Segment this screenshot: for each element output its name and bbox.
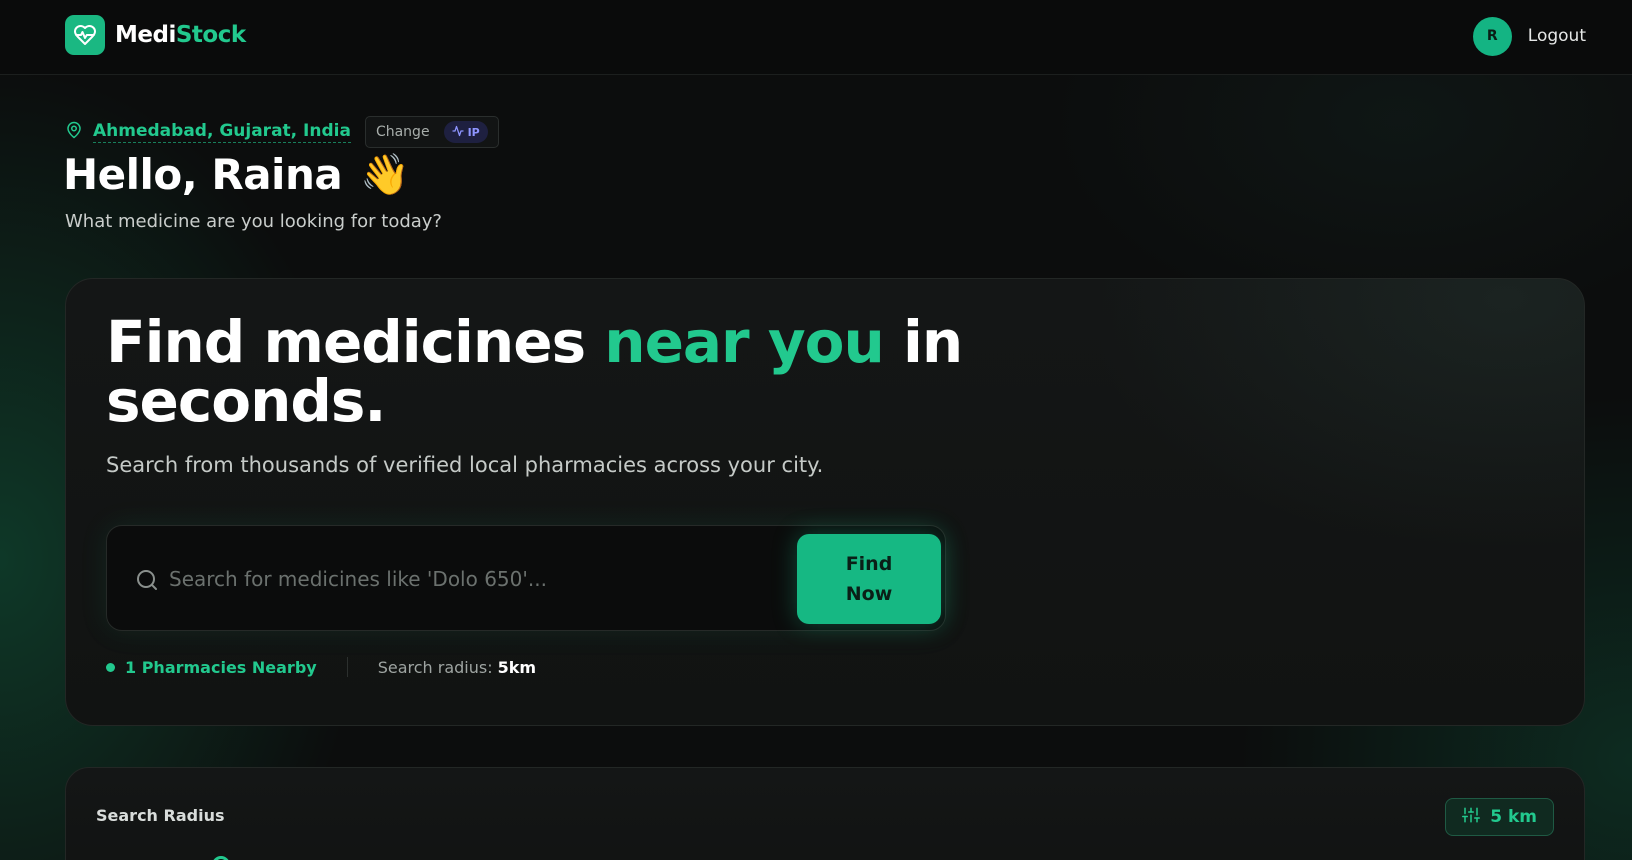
- hello-text: Hello, Raina: [63, 150, 343, 199]
- ip-label: IP: [467, 125, 480, 139]
- pharmacies-nearby-count: 1 Pharmacies Nearby: [125, 657, 317, 677]
- user-menu: R Logout: [1472, 16, 1586, 56]
- current-location[interactable]: Ahmedabad, Gujarat, India: [93, 121, 351, 143]
- divider: [346, 657, 348, 677]
- hero-subtitle: Search from thousands of verified local …: [106, 453, 824, 477]
- hero-search-card: Find medicines near you in seconds. Sear…: [65, 278, 1585, 726]
- search-input[interactable]: [169, 556, 779, 602]
- sliders-icon: [1462, 806, 1481, 829]
- radius-panel-title: Search Radius: [96, 806, 225, 825]
- location-row: Ahmedabad, Gujarat, India Change IP: [65, 116, 499, 148]
- change-location-button[interactable]: Change IP: [364, 116, 499, 148]
- activity-icon: [451, 125, 464, 140]
- map-pin-icon: [65, 121, 83, 143]
- search-icon: [135, 568, 159, 592]
- waving-hand-icon: 👋: [360, 152, 410, 198]
- brand-logo[interactable]: MediStock: [65, 15, 246, 55]
- medicine-search-bar: Find Now: [106, 525, 946, 631]
- avatar[interactable]: R: [1472, 16, 1512, 56]
- hero-title: Find medicines near you in seconds.: [106, 308, 963, 435]
- status-dot: [106, 662, 115, 672]
- heart-pulse-icon: [65, 15, 105, 55]
- radius-badge-value: 5 km: [1490, 807, 1537, 827]
- search-radius-panel: Search Radius 5 km: [65, 767, 1585, 860]
- search-stats: 1 Pharmacies Nearby Search radius: 5km: [106, 655, 536, 679]
- ip-badge: IP: [443, 121, 488, 143]
- logout-button[interactable]: Logout: [1528, 26, 1586, 46]
- top-navbar: MediStock R Logout: [0, 0, 1632, 75]
- greeting-heading: Hello, Raina 👋: [63, 150, 410, 199]
- search-radius-label: Search radius:: [377, 657, 493, 677]
- radius-slider-handle[interactable]: [212, 856, 230, 860]
- brand-name: MediStock: [115, 22, 246, 48]
- search-radius-value: 5km: [497, 657, 537, 677]
- radius-value-badge[interactable]: 5 km: [1445, 798, 1554, 836]
- greeting-subtitle: What medicine are you looking for today?: [65, 211, 442, 232]
- find-now-button[interactable]: Find Now: [797, 534, 941, 624]
- change-label: Change: [375, 124, 430, 140]
